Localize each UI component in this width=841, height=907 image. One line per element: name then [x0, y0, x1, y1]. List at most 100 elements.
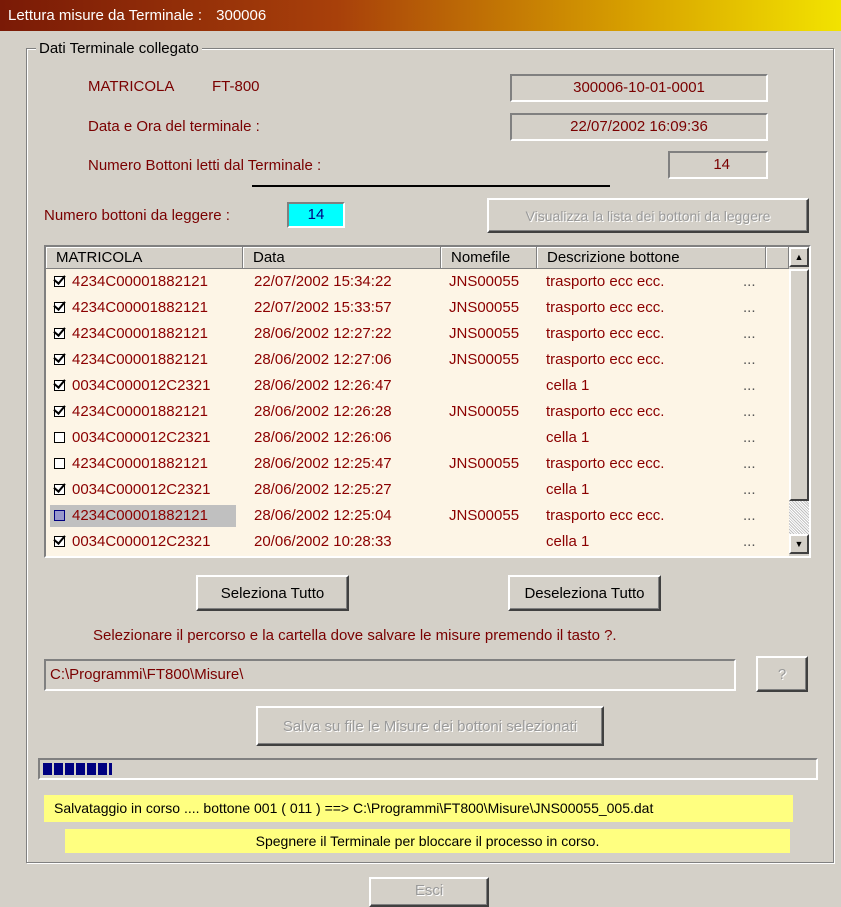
exit-button[interactable]: Esci	[369, 877, 489, 907]
cell-descrizione: trasporto ecc ecc.	[546, 299, 665, 316]
cell-nomefile: JNS00055	[449, 351, 520, 368]
col-header-descrizione[interactable]: Descrizione bottone	[537, 247, 766, 269]
table-row[interactable]: 4234C00001882121 28/06/2002 12:27:06 JNS00…	[46, 347, 789, 373]
select-all-button[interactable]: Seleziona Tutto	[196, 575, 349, 611]
show-list-button[interactable]: Visualizza la lista dei bottoni da legge…	[487, 198, 809, 233]
cell-more[interactable]: ...	[743, 425, 756, 451]
col-header-data[interactable]: Data	[243, 247, 441, 269]
scroll-down-icon[interactable]: ▼	[789, 534, 809, 554]
cell-matricola: 4234C00001882121	[72, 351, 208, 368]
path-field[interactable]: C:\Programmi\FT800\Misure\	[44, 659, 736, 691]
window-title: Lettura misure da Terminale :	[8, 7, 202, 24]
cell-data: 28/06/2002 12:27:22	[254, 325, 392, 342]
table-row[interactable]: 0034C000012C2321 28/06/2002 12:26:06 cella…	[46, 425, 789, 451]
cell-nomefile: JNS00055	[449, 403, 520, 420]
to-read-label: Numero bottoni da leggere :	[44, 207, 230, 224]
row-checkbox[interactable]	[54, 432, 65, 443]
cell-nomefile: JNS00055	[449, 325, 520, 342]
table-row[interactable]: 4234C00001882121 22/07/2002 15:33:57 JNS00…	[46, 295, 789, 321]
cell-matricola: 4234C00001882121	[72, 455, 208, 472]
scroll-up-icon[interactable]: ▲	[789, 247, 809, 267]
matricola-model: FT-800	[212, 78, 260, 95]
cell-more[interactable]: ...	[743, 503, 756, 529]
row-checkbox[interactable]	[54, 406, 65, 417]
cell-nomefile: JNS00055	[449, 273, 520, 290]
save-button[interactable]: Salva su file le Misure dei bottoni sele…	[256, 706, 604, 746]
scroll-track[interactable]	[789, 501, 809, 534]
cell-matricola: 0034C000012C2321	[72, 429, 211, 446]
datetime-label: Data e Ora del terminale :	[88, 118, 260, 135]
cell-descrizione: cella 1	[546, 429, 590, 446]
separator-line	[252, 185, 610, 187]
cell-data: 28/06/2002 12:25:47	[254, 455, 392, 472]
cell-more[interactable]: ...	[743, 529, 756, 555]
cell-more[interactable]: ...	[743, 295, 756, 321]
row-checkbox[interactable]	[54, 380, 65, 391]
browse-button[interactable]: ?	[756, 656, 808, 692]
cell-descrizione: trasporto ecc ecc.	[546, 403, 665, 420]
cell-matricola: 0034C000012C2321	[72, 377, 211, 394]
table-row[interactable]: 4234C00001882121 28/06/2002 12:25:47 JNS00…	[46, 451, 789, 477]
cell-more[interactable]: ...	[743, 373, 756, 399]
table-row[interactable]: 4234C00001882121 28/06/2002 12:27:22 JNS00…	[46, 321, 789, 347]
col-header-nomefile[interactable]: Nomefile	[441, 247, 537, 269]
cell-more[interactable]: ...	[743, 347, 756, 373]
row-checkbox[interactable]	[54, 276, 65, 287]
cell-data: 28/06/2002 12:27:06	[254, 351, 392, 368]
cell-nomefile: JNS00055	[449, 507, 520, 524]
cell-data: 28/06/2002 12:25:04	[254, 507, 392, 524]
progress-bar	[38, 758, 818, 780]
cell-descrizione: trasporto ecc ecc.	[546, 455, 665, 472]
cell-descrizione: cella 1	[546, 481, 590, 498]
matricola-label: MATRICOLA	[88, 78, 175, 95]
window-title-value: 300006	[216, 7, 267, 24]
buttons-table[interactable]: MATRICOLA Data Nomefile Descrizione bott…	[44, 245, 811, 558]
table-row[interactable]: 4234C00001882121 22/07/2002 15:34:22 JNS00…	[46, 269, 789, 295]
buttons-read-field: 14	[668, 151, 768, 179]
cell-data: 28/06/2002 12:26:47	[254, 377, 392, 394]
groupbox-legend: Dati Terminale collegato	[36, 40, 202, 57]
row-checkbox[interactable]	[54, 458, 65, 469]
buttons-read-label: Numero Bottoni letti dal Terminale :	[88, 157, 322, 174]
scroll-thumb[interactable]	[789, 269, 809, 501]
matricola-field: 300006-10-01-0001	[510, 74, 768, 102]
window-titlebar[interactable]: Lettura misure da Terminale : 300006	[0, 0, 841, 31]
row-checkbox[interactable]	[54, 328, 65, 339]
progress-fill	[43, 763, 113, 775]
table-row[interactable]: 4234C00001882121 28/06/2002 12:26:28 JNS00…	[46, 399, 789, 425]
cell-more[interactable]: ...	[743, 477, 756, 503]
cell-data: 28/06/2002 12:25:27	[254, 481, 392, 498]
row-checkbox[interactable]	[54, 354, 65, 365]
table-row[interactable]: 0034C000012C2321 28/06/2002 12:25:27 cella…	[46, 477, 789, 503]
cell-descrizione: cella 1	[546, 377, 590, 394]
deselect-all-button[interactable]: Deseleziona Tutto	[508, 575, 661, 611]
cell-descrizione: trasporto ecc ecc.	[546, 273, 665, 290]
status-warning: Spegnere il Terminale per bloccare il pr…	[65, 829, 790, 853]
table-row[interactable]: 0034C000012C2321 28/06/2002 12:26:47 cella…	[46, 373, 789, 399]
cell-more[interactable]: ...	[743, 399, 756, 425]
cell-more[interactable]: ...	[743, 321, 756, 347]
cell-descrizione: trasporto ecc ecc.	[546, 507, 665, 524]
cell-more[interactable]: ...	[743, 451, 756, 477]
cell-nomefile: JNS00055	[449, 455, 520, 472]
row-checkbox[interactable]	[54, 484, 65, 495]
status-saving: Salvataggio in corso .... bottone 001 ( …	[44, 795, 793, 822]
cell-more[interactable]: ...	[743, 269, 756, 295]
row-checkbox[interactable]	[54, 302, 65, 313]
col-header-matricola[interactable]: MATRICOLA	[46, 247, 243, 269]
datetime-field: 22/07/2002 16:09:36	[510, 113, 768, 141]
cell-matricola: 0034C000012C2321	[72, 481, 211, 498]
col-header-extra[interactable]	[766, 247, 789, 269]
cell-descrizione: cella 1	[546, 533, 590, 550]
row-checkbox[interactable]	[54, 510, 65, 521]
row-checkbox[interactable]	[54, 536, 65, 547]
cell-data: 28/06/2002 12:26:28	[254, 403, 392, 420]
table-row[interactable]: 4234C00001882121 28/06/2002 12:25:04 JNS00…	[46, 503, 789, 529]
table-row[interactable]: 0034C000012C2321 20/06/2002 10:28:33 cella…	[46, 529, 789, 555]
cell-data: 22/07/2002 15:33:57	[254, 299, 392, 316]
to-read-field: 14	[287, 202, 345, 228]
cell-matricola: 4234C00001882121	[72, 299, 208, 316]
table-scrollbar[interactable]: ▲ ▼	[789, 247, 809, 556]
cell-matricola: 4234C00001882121	[72, 403, 208, 420]
cell-matricola: 4234C00001882121	[72, 507, 208, 524]
